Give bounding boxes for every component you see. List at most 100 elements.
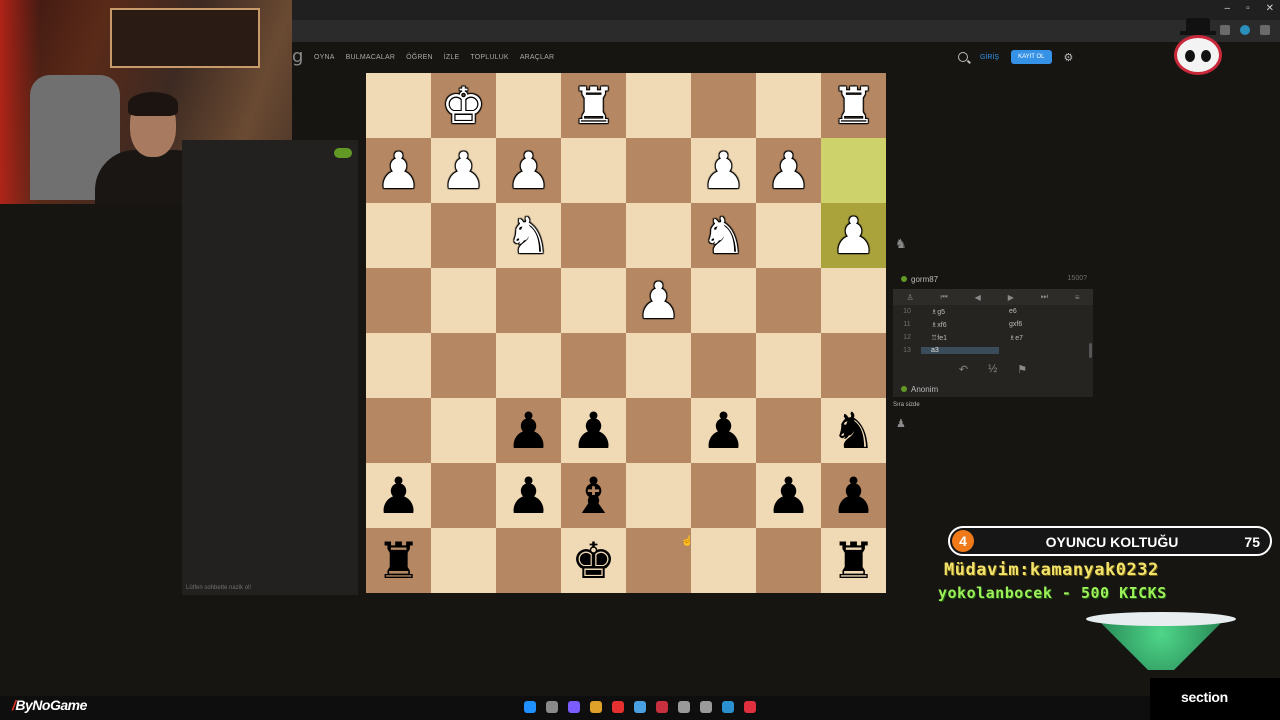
board-square[interactable] [756,398,821,463]
black-pawn-icon[interactable]: ♟ [506,471,551,521]
board-square[interactable] [431,528,496,593]
black-rook-icon[interactable]: ♜ [831,536,876,586]
board-square[interactable]: ♞ [821,398,886,463]
taskbar-app-icon[interactable] [700,701,712,713]
chat-input-placeholder[interactable]: Lütfen sohbette nazik ol! [186,585,251,591]
resign-flag-icon[interactable]: ⚑ [1017,363,1027,376]
board-square[interactable] [561,268,626,333]
white-move[interactable]: a3 [921,347,999,354]
board-square[interactable] [756,528,821,593]
board-square[interactable]: ♟ [821,203,886,268]
nav-item-learn[interactable]: ÖĞREN [406,54,433,61]
board-square[interactable] [561,333,626,398]
login-link[interactable]: GİRİŞ [980,54,999,61]
white-knight-icon[interactable]: ♞ [701,211,746,261]
board-square[interactable] [626,203,691,268]
nav-item-puzzles[interactable]: BULMACALAR [346,54,395,61]
menu-icon[interactable]: ≡ [1075,293,1080,302]
board-square[interactable] [561,138,626,203]
white-pawn-icon[interactable]: ♟ [766,146,811,196]
white-pawn-icon[interactable]: ♟ [441,146,486,196]
board-square[interactable] [626,333,691,398]
taskbar-app-icon[interactable] [722,701,734,713]
board-square[interactable] [366,73,431,138]
white-rook-icon[interactable]: ♜ [571,81,616,131]
board-square[interactable]: ♜ [821,73,886,138]
board-square[interactable]: ♜ [821,528,886,593]
taskbar-app-icon[interactable] [524,701,536,713]
signup-button[interactable]: KAYIT OL [1011,50,1052,64]
analysis-board-icon[interactable]: ♙ [906,293,913,302]
board-square[interactable] [756,333,821,398]
white-king-icon[interactable]: ♚ [441,81,486,131]
white-rook-icon[interactable]: ♜ [831,81,876,131]
white-pawn-icon[interactable]: ♟ [376,146,421,196]
close-button[interactable]: ✕ [1266,3,1274,14]
profile-avatar-icon[interactable] [1240,25,1250,35]
board-square[interactable] [366,398,431,463]
board-square[interactable]: ♟ [626,268,691,333]
board-square[interactable] [431,203,496,268]
board-square[interactable] [366,203,431,268]
black-move[interactable]: e6 [999,308,1077,315]
white-move[interactable]: ♖fe1 [921,334,999,342]
board-square[interactable] [496,528,561,593]
next-move-button[interactable]: ▶ [1008,293,1014,302]
maximize-button[interactable]: ▫ [1246,3,1250,14]
nav-item-play[interactable]: OYNA [314,54,335,61]
board-square[interactable] [821,268,886,333]
board-square[interactable] [431,463,496,528]
board-square[interactable]: ♟ [756,463,821,528]
board-square[interactable] [431,333,496,398]
black-pawn-icon[interactable]: ♟ [831,471,876,521]
board-square[interactable] [626,398,691,463]
board-square[interactable]: ♚ [561,528,626,593]
black-move[interactable]: ♗e7 [999,334,1077,342]
board-square[interactable] [431,398,496,463]
board-square[interactable]: ♟ [691,138,756,203]
board-square[interactable]: ♞ [691,203,756,268]
chess-board[interactable]: ♚ ♜ ♜ ♟ ♟ ♟ ♟ ♟ ♞ ♞ ♟ ♟ ♟ ♟ ♟ ♞ ♟ ♟ ♝ ♟ ♟ ♜ ♚ ♜ [366,73,886,593]
black-move[interactable]: gxf6 [999,321,1077,328]
board-square[interactable]: ♟ [431,138,496,203]
nav-item-community[interactable]: TOPLULUK [470,54,508,61]
black-pawn-icon[interactable]: ♟ [701,406,746,456]
board-square[interactable] [691,333,756,398]
board-square[interactable] [366,268,431,333]
browser-menu-icon[interactable] [1260,25,1270,35]
taskbar-app-icon[interactable] [634,701,646,713]
white-move[interactable]: ♗xf6 [921,321,999,329]
white-knight-icon[interactable]: ♞ [506,211,551,261]
board-square[interactable] [821,138,886,203]
black-pawn-icon[interactable]: ♟ [376,471,421,521]
board-square[interactable]: ♟ [496,398,561,463]
board-square[interactable]: ♟ [496,463,561,528]
board-square[interactable]: ♜ [561,73,626,138]
nav-item-tools[interactable]: ARAÇLAR [520,54,554,61]
first-move-button[interactable]: ⏮ [941,292,948,302]
board-square[interactable]: ♝ [561,463,626,528]
white-pawn-icon[interactable]: ♟ [831,211,876,261]
board-square[interactable] [626,463,691,528]
taskbar-app-icon[interactable] [678,701,690,713]
opponent-name[interactable]: gorm87 [911,275,938,284]
board-square[interactable]: ♟ [366,463,431,528]
takeback-button[interactable]: ↶ [959,363,968,376]
white-pawn-icon[interactable]: ♟ [701,146,746,196]
board-square[interactable] [691,463,756,528]
board-square[interactable] [821,333,886,398]
gear-icon[interactable]: ⚙ [1064,51,1074,64]
board-square[interactable] [756,203,821,268]
last-move-button[interactable]: ⏭ [1041,292,1048,302]
board-square[interactable] [756,73,821,138]
board-square[interactable]: ♟ [496,138,561,203]
board-square[interactable] [691,73,756,138]
black-rook-icon[interactable]: ♜ [376,536,421,586]
black-bishop-icon[interactable]: ♝ [571,471,616,521]
board-square[interactable] [626,138,691,203]
black-pawn-icon[interactable]: ♟ [506,406,551,456]
board-square[interactable] [431,268,496,333]
taskbar-app-icon[interactable] [568,701,580,713]
white-pawn-icon[interactable]: ♟ [636,276,681,326]
search-icon[interactable] [958,52,968,62]
